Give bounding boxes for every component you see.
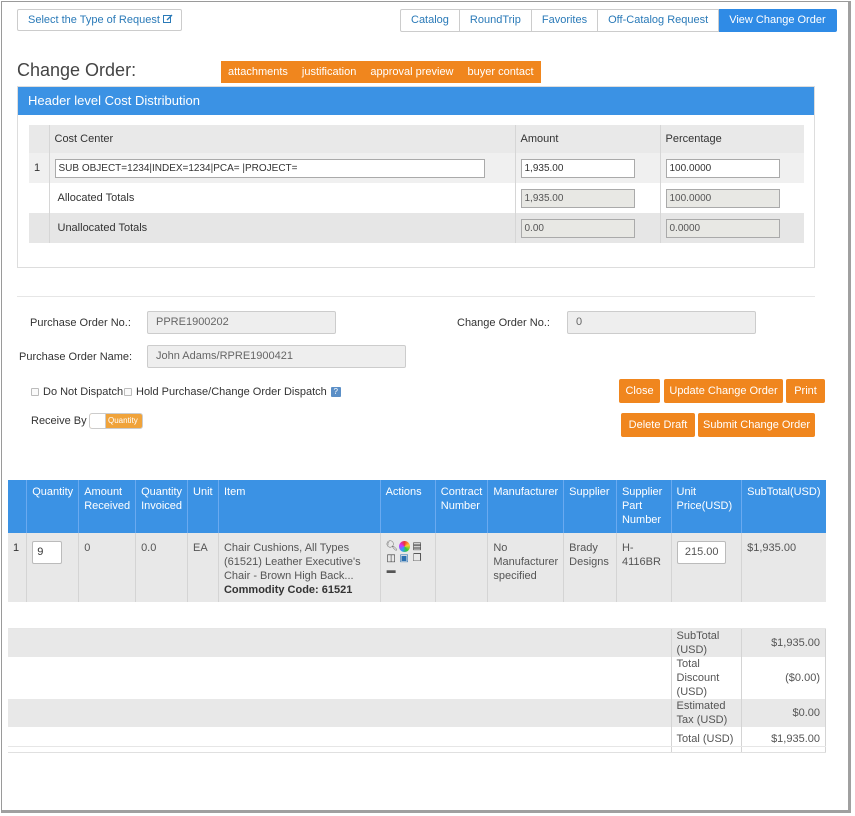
color-wheel-icon[interactable]: [398, 541, 410, 552]
nav-roundtrip[interactable]: RoundTrip: [459, 9, 532, 32]
update-change-order-button[interactable]: Update Change Order: [664, 379, 783, 403]
total-discount-value: ($0.00): [741, 656, 826, 699]
total-value: $1,935.00: [741, 726, 826, 753]
items-header-quantity: Quantity: [26, 480, 80, 533]
monitor-icon[interactable]: ▣: [399, 553, 410, 564]
notes-icon[interactable]: ▤: [412, 541, 423, 552]
amount-input[interactable]: 1,935.00: [520, 158, 635, 178]
items-header-item: Item: [218, 480, 381, 533]
tab-buyer-contact[interactable]: buyer contact: [461, 61, 541, 83]
toggle-knob: [90, 414, 106, 428]
supplier-part-number: H-4116BR: [616, 533, 672, 602]
estimated-tax-link[interactable]: Estimated Tax (USD): [670, 698, 743, 727]
contract-number: [435, 533, 489, 602]
po-number-label: Purchase Order No.:: [30, 317, 131, 329]
items-header-supplier-part-number: Supplier Part Number: [616, 480, 672, 533]
do-not-dispatch-checkbox[interactable]: Do Not Dispatch: [31, 386, 123, 398]
cc-header-num: [29, 125, 50, 153]
total-label: Total (USD): [670, 726, 743, 753]
estimated-tax-value: $0.00: [741, 698, 826, 727]
commodity-code: Commodity Code: 61521: [223, 584, 353, 596]
po-number-field: PPRE1900202: [147, 311, 336, 334]
percentage-input[interactable]: 100.0000: [665, 158, 780, 178]
cost-panel-title: Header level Cost Distribution: [18, 87, 814, 115]
allocated-amount: 1,935.00: [520, 188, 635, 208]
hold-dispatch-checkbox[interactable]: Hold Purchase/Change Order Dispatch ?: [124, 386, 341, 398]
items-header-quantity-invoiced: Quantity Invoiced: [135, 480, 189, 533]
nav-favorites[interactable]: Favorites: [531, 9, 599, 32]
cc-header-percentage: Percentage: [665, 133, 722, 145]
unallocated-amount: 0.00: [520, 218, 635, 238]
divider: [8, 746, 826, 747]
po-name-field: John Adams/RPRE1900421: [147, 345, 406, 368]
tab-approval-preview[interactable]: approval preview: [363, 61, 460, 83]
cc-header-amount: Amount: [515, 125, 661, 153]
quantity-invoiced: 0.0: [135, 533, 189, 602]
line-items-table: Quantity Amount Received Quantity Invoic…: [8, 480, 826, 753]
edit-icon: [162, 14, 173, 23]
items-header-actions: Actions: [380, 480, 436, 533]
unallocated-totals-label: Unallocated Totals: [49, 213, 516, 243]
checkbox-box[interactable]: [124, 388, 132, 396]
cc-row-number: 1: [29, 153, 50, 183]
table-row: 1 9 0 0.0 EA Chair Cushions, All Types (…: [8, 533, 826, 602]
allocated-totals-label: Allocated Totals: [49, 183, 516, 213]
items-header-unit-price: Unit Price(USD): [671, 480, 743, 533]
items-header-num: [8, 480, 28, 533]
item-description: Chair Cushions, All Types (61521) Leathe…: [223, 542, 361, 582]
nav-view-change-order[interactable]: View Change Order: [719, 9, 837, 32]
do-not-dispatch-label: Do Not Dispatch: [43, 386, 124, 398]
quantity-input[interactable]: 9: [32, 541, 63, 564]
item-actions: 🔍︎ ▤ ◫ ▣ ❐ ▬: [386, 541, 430, 576]
cc-header-cost-center: Cost Center: [49, 125, 516, 153]
amount-received: 0: [78, 533, 137, 602]
total-discount-label: Total Discount (USD): [670, 656, 743, 699]
allocated-percentage: 100.0000: [665, 188, 780, 208]
nav-catalog[interactable]: Catalog: [400, 9, 460, 32]
row-number: 1: [8, 533, 28, 602]
supplier: Brady Designs: [563, 533, 617, 602]
cost-center-input[interactable]: SUB OBJECT=1234|INDEX=1234|PCA= |PROJECT…: [54, 158, 485, 178]
divider: [17, 296, 815, 297]
change-order-number-label: Change Order No.:: [457, 317, 550, 329]
tab-attachments[interactable]: attachments: [221, 61, 295, 83]
select-request-type-label: Select the Type of Request: [28, 14, 160, 26]
manufacturer: No Manufacturer specified: [487, 533, 565, 602]
change-order-number-field: 0: [567, 311, 756, 334]
items-header-unit: Unit: [187, 480, 219, 533]
print-button[interactable]: Print: [786, 379, 825, 403]
subtotal-label: SubTotal (USD): [670, 628, 743, 657]
close-button[interactable]: Close: [619, 379, 660, 403]
receive-by-toggle[interactable]: Quantity: [89, 413, 143, 429]
copy-icon[interactable]: ❐: [412, 553, 423, 564]
hold-dispatch-label: Hold Purchase/Change Order Dispatch: [136, 386, 327, 398]
cost-distribution-table: Cost Center Amount Percentage 1 SUB OBJE…: [29, 125, 804, 243]
unit-price-input[interactable]: 215.00: [676, 541, 726, 564]
delete-draft-button[interactable]: Delete Draft: [621, 413, 695, 437]
unit: EA: [187, 533, 219, 602]
items-header-subtotal: SubTotal(USD): [741, 480, 826, 533]
delete-icon[interactable]: ◫: [386, 553, 397, 564]
nav-off-catalog-request[interactable]: Off-Catalog Request: [598, 9, 720, 32]
submit-change-order-button[interactable]: Submit Change Order: [698, 413, 815, 437]
items-header-supplier: Supplier: [563, 480, 617, 533]
help-icon[interactable]: ?: [330, 387, 341, 397]
request-nav: Catalog RoundTrip Favorites Off-Catalog …: [400, 9, 837, 32]
order-tabs: attachments justification approval previ…: [221, 61, 541, 83]
items-header-amount-received: Amount Received: [78, 480, 137, 533]
items-header-contract-number: Contract Number: [435, 480, 489, 533]
select-request-type-button[interactable]: Select the Type of Request: [17, 9, 182, 31]
po-name-label: Purchase Order Name:: [19, 351, 133, 363]
receive-by-value: Quantity: [108, 416, 138, 425]
tab-justification[interactable]: justification: [295, 61, 363, 83]
receive-by-label: Receive By: [31, 415, 87, 427]
subtotal-value: $1,935.00: [741, 628, 826, 657]
items-header-manufacturer: Manufacturer: [487, 480, 565, 533]
checkbox-box[interactable]: [31, 388, 39, 396]
page-title: Change Order:: [17, 60, 137, 80]
search-icon[interactable]: 🔍︎: [386, 541, 399, 552]
unallocated-percentage: 0.0000: [665, 218, 780, 238]
truck-icon[interactable]: ▬: [386, 565, 397, 576]
subtotal: $1,935.00: [747, 542, 797, 554]
